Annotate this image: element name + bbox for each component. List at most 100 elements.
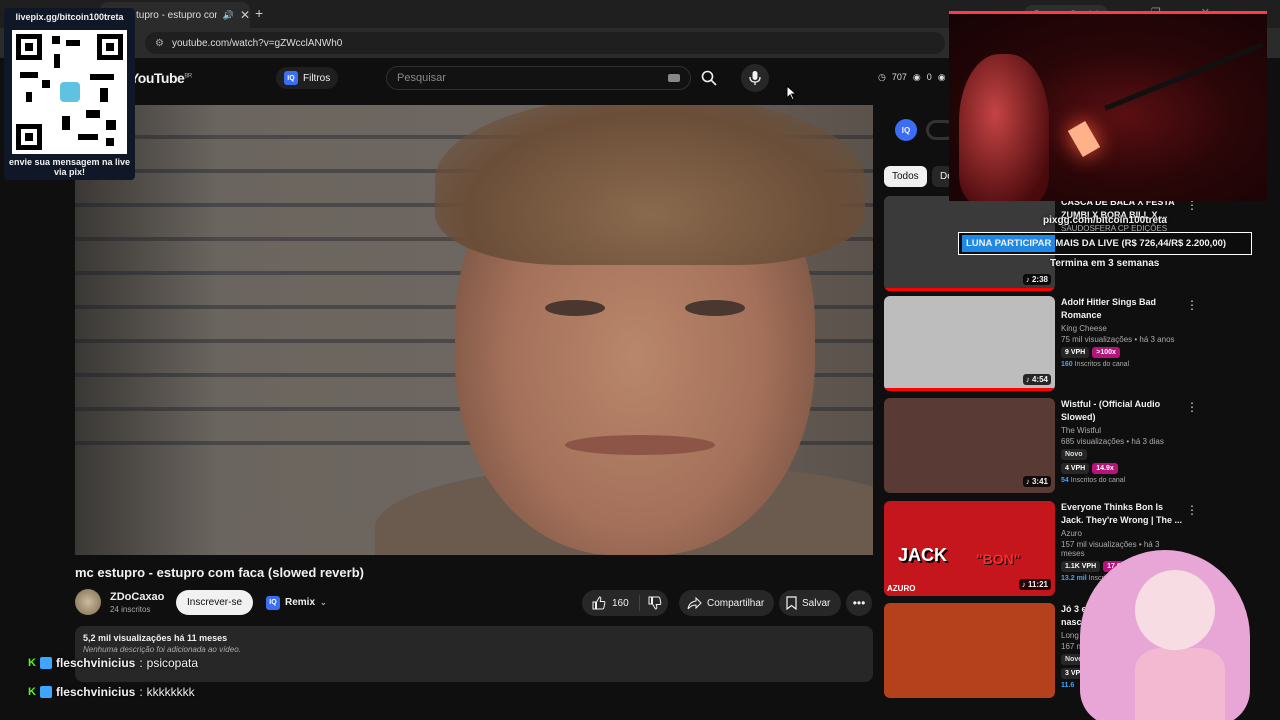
outlier-badge: >100x [1092, 347, 1120, 358]
watch-progress-bar [884, 288, 1055, 291]
voice-search-button[interactable] [741, 64, 769, 92]
duration-text: 4:54 [1031, 375, 1048, 384]
video-player[interactable] [75, 105, 873, 555]
channel-name[interactable]: ZDoCaxao [110, 591, 164, 603]
like-dislike-group: 160 [582, 590, 668, 616]
chip-all[interactable]: Todos [884, 166, 927, 187]
outlier-badge: 14.9x [1092, 463, 1118, 474]
dislike-button[interactable] [640, 596, 670, 610]
thumbs-up-icon [592, 596, 606, 610]
qr-url: livepix.gg/bitcoin100treta [15, 12, 124, 22]
badges-row: Novo [1061, 449, 1183, 460]
video-thumbnail[interactable]: ♪ 3:41 [884, 398, 1055, 493]
remix-iq-icon: IQ [266, 595, 280, 610]
new-tab-button[interactable]: + [255, 5, 263, 21]
video-hair [435, 105, 865, 265]
save-button[interactable]: Salvar [779, 590, 841, 616]
chat-separator: : [139, 685, 143, 699]
video-title[interactable]: Adolf Hitler Sings Bad Romance [1061, 296, 1183, 322]
remix-button[interactable]: IQ Remix ⌄ [262, 590, 335, 615]
save-label: Salvar [802, 597, 831, 609]
vph-badge: 9 VPH [1061, 347, 1090, 358]
iq-logo-icon[interactable]: IQ [895, 119, 917, 141]
site-settings-icon[interactable]: ⚙ [155, 38, 164, 49]
stat-1: 707 [891, 72, 907, 82]
channel-name[interactable]: Azuro [1061, 529, 1183, 538]
keyboard-icon[interactable] [668, 74, 680, 82]
stat-2: 0 [926, 72, 932, 82]
vtuber-face [1135, 570, 1215, 650]
channel-avatar[interactable] [75, 589, 101, 615]
youtube-logo[interactable]: YouTubeBR [130, 70, 192, 86]
like-count: 160 [612, 597, 629, 609]
thumbnail-text: JACK [898, 545, 948, 565]
vtuber-body [1135, 648, 1225, 720]
more-options-icon[interactable]: ⋮ [1186, 400, 1198, 414]
more-options-icon[interactable]: ⋮ [1186, 298, 1198, 312]
search-button[interactable] [696, 66, 722, 90]
subscriber-number: 160 [1061, 361, 1073, 368]
video-title[interactable]: Wistful - (Official Audio Slowed) [1061, 398, 1183, 424]
subscribe-button[interactable]: Inscrever-se [176, 590, 254, 615]
description-text: Nenhuma descrição foi adicionada ao víde… [83, 645, 241, 654]
subscriber-number: 54 [1061, 477, 1069, 484]
more-options-icon[interactable]: ⋮ [1186, 503, 1198, 517]
video-title[interactable]: Everyone Thinks Bon Is Jack. They're Wro… [1061, 501, 1183, 527]
search-icon [701, 70, 717, 86]
search-input[interactable]: Pesquisar [386, 66, 691, 90]
subscriber-count: 24 inscritos [110, 605, 151, 614]
goal-highlight: LUNA PARTICIPAR [962, 235, 1056, 252]
kick-icon: K [28, 686, 36, 698]
chevron-down-icon: ⌄ [320, 598, 327, 607]
duration-text: 11:21 [1027, 580, 1048, 589]
video-mouth [565, 435, 715, 455]
qr-caption: envie sua mensagem na live via pix! [8, 157, 131, 177]
duration-badge: ♪ 4:54 [1022, 374, 1051, 385]
channel-name[interactable]: King Cheese [1061, 324, 1183, 333]
address-bar[interactable]: ⚙ youtube.com/watch?v=gZWcclANWh0 [145, 32, 945, 54]
close-tab-icon[interactable]: ✕ [240, 8, 250, 22]
vph-badge: 4 VPH [1061, 463, 1090, 474]
duration-badge: ♪ 2:38 [1022, 274, 1051, 285]
bookmark-icon [786, 596, 797, 610]
share-icon [687, 596, 702, 609]
subscribers-info: 54 Inscritos do canal [1061, 477, 1183, 484]
chat-text: kkkkkkkk [146, 685, 195, 699]
search-placeholder: Pesquisar [397, 72, 446, 84]
platform-icon [39, 657, 52, 669]
video-thumbnail[interactable]: ♪ 4:54 [884, 296, 1055, 391]
description-box[interactable]: 5,2 mil visualizações há 11 meses Nenhum… [75, 626, 873, 682]
speaker-icon[interactable]: 🔊 [223, 10, 234, 21]
like-button[interactable]: 160 [582, 595, 640, 611]
more-actions-button[interactable]: ••• [846, 590, 872, 616]
stats-badges: 4 VPH 14.9x [1061, 463, 1183, 474]
recommended-video[interactable]: ♪ 3:41 Wistful - (Official Audio Slowed)… [884, 398, 1204, 496]
mic-arm [1104, 42, 1264, 111]
duration-badge: ♪ 3:41 [1022, 476, 1051, 487]
duration-text: 3:41 [1031, 477, 1048, 486]
thumbnail-text-2: "BON" [976, 551, 1021, 567]
livepix-logo-icon [60, 82, 80, 102]
video-info: Wistful - (Official Audio Slowed) The Wi… [1061, 398, 1183, 484]
chat-message: K fleschvinicius : psicopata [28, 656, 198, 670]
iq-icon: IQ [284, 71, 298, 85]
goal-banner: LUNA PARTICIPAR MAIS DA LIVE (R$ 726,44/… [958, 232, 1252, 255]
view-count: 75 mil visualizações • há 3 anos [1061, 335, 1175, 344]
share-button[interactable]: Compartilhar [679, 590, 774, 616]
header-stats: ◷707 ◉0 ◉8 [878, 72, 957, 83]
chat-username: fleschvinicius [55, 685, 136, 699]
eye-icon-2: ◉ [937, 72, 946, 82]
filters-button[interactable]: IQ Filtros [276, 67, 339, 89]
recommended-video[interactable]: ♪ 4:54 Adolf Hitler Sings Bad Romance Ki… [884, 296, 1204, 394]
video-eye-right [685, 300, 745, 316]
channel-name[interactable]: The Wistful [1061, 426, 1183, 435]
video-thumbnail[interactable]: JACK "BON" AZURO ♪ 11:21 [884, 501, 1055, 596]
watch-progress-bar [884, 388, 1055, 391]
new-badge: Novo [1061, 449, 1087, 460]
chat-username: fleschvinicius [55, 656, 136, 670]
share-label: Compartilhar [707, 597, 765, 609]
qr-donation-panel: livepix.gg/bitcoin100treta envie sua men… [4, 8, 135, 180]
region-label: BR [184, 73, 192, 80]
qr-code [12, 30, 127, 154]
video-thumbnail[interactable] [884, 603, 1055, 698]
